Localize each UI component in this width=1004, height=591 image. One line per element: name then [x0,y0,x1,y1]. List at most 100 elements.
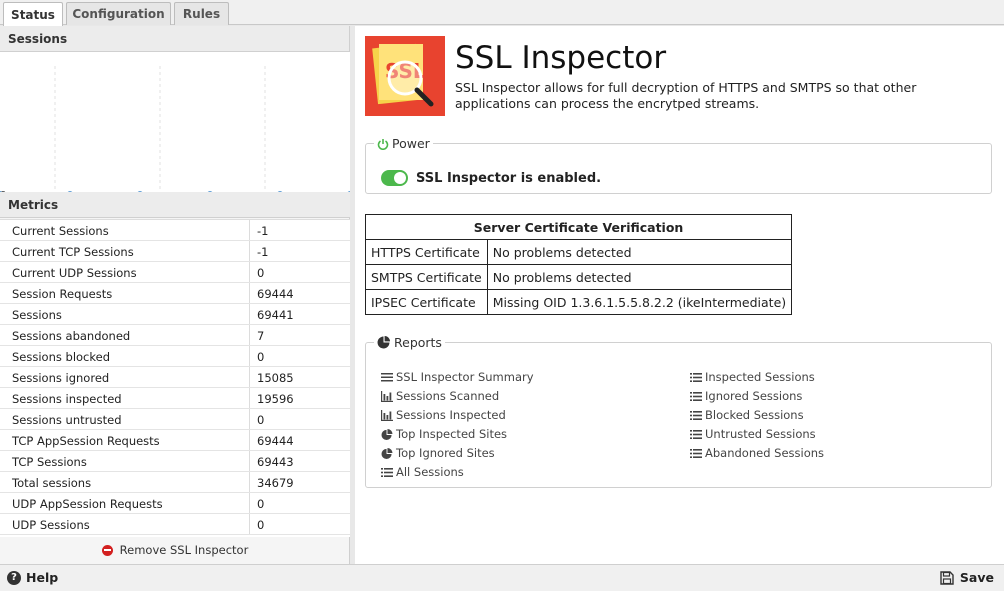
metric-label: Total sessions [0,472,250,492]
report-link[interactable]: Top Inspected Sites [381,427,507,441]
table-row: Sessions blocked 0 [0,346,350,367]
metric-value: 0 [257,413,265,427]
metric-label: Current TCP Sessions [0,241,250,261]
power-toggle[interactable] [381,170,408,186]
page-title: SSL Inspector [455,40,667,76]
table-row: TCP Sessions 69443 [0,451,350,472]
metric-label: UDP AppSession Requests [0,493,250,513]
status-right-panel: SSL SSL Inspector SSL Inspector allows f… [355,26,1004,564]
metrics-table: Current Sessions -1 Current TCP Sessions -1… [0,219,350,537]
table-row: TCP AppSession Requests 69444 [0,430,350,451]
cert-name: HTTPS Certificate [365,239,488,265]
report-link[interactable]: Blocked Sessions [690,408,804,422]
tab-configuration[interactable]: Configuration [66,2,171,25]
tab-status[interactable]: Status [3,2,63,26]
metric-label: Sessions ignored [0,367,250,387]
metric-label: Sessions untrusted [0,409,250,429]
table-row: Sessions inspected 19596 [0,388,350,409]
table-row: Total sessions 34679 [0,472,350,493]
minus-circle-icon [101,544,113,556]
reports-legend: Reports [394,335,442,350]
tab-rules[interactable]: Rules [174,2,229,25]
table-row: Sessions ignored 15085 [0,367,350,388]
metric-label: UDP Sessions [0,514,250,534]
report-link[interactable]: Sessions Inspected [381,408,506,422]
table-row: SMTPS Certificate No problems detected [365,264,793,290]
metric-label: Sessions blocked [0,346,250,366]
table-row: IPSEC Certificate Missing OID 1.3.6.1.5.5… [365,289,793,315]
report-label: Sessions Scanned [396,389,500,403]
report-link[interactable]: Top Ignored Sites [381,446,495,460]
report-label: Top Ignored Sites [396,446,495,460]
report-label: SSL Inspector Summary [396,370,534,384]
report-link[interactable]: Abandoned Sessions [690,446,824,460]
metric-label: TCP Sessions [0,451,250,471]
cert-name: SMTPS Certificate [365,264,488,290]
metric-value: 69443 [257,455,294,469]
report-label: Untrusted Sessions [705,427,816,441]
metric-value: -1 [257,245,269,259]
text-lines-icon [381,372,393,383]
pie-chart-icon [381,428,393,440]
status-left-panel: Sessions 16:02:0016:02:1516:02:300 Metri… [0,26,353,564]
metric-value: 0 [257,350,265,364]
report-label: Ignored Sessions [705,389,803,403]
table-row: Current Sessions -1 [0,220,350,241]
table-row: Session Requests 69444 [0,283,350,304]
remove-app-button[interactable]: Remove SSL Inspector [0,539,350,561]
metric-label: Sessions inspected [0,388,250,408]
metric-value: 19596 [257,392,294,406]
metric-value: -1 [257,224,269,238]
help-icon: ? [7,570,21,585]
power-icon [377,138,389,150]
app-description: SSL Inspector allows for full decryption… [455,80,917,111]
metric-value: 0 [257,497,265,511]
bar-chart-icon [381,409,393,421]
help-label: Help [26,570,59,585]
report-link[interactable]: Ignored Sessions [690,389,802,403]
report-label: Blocked Sessions [705,408,804,422]
cert-status: No problems detected [486,264,793,290]
metric-value: 7 [257,329,265,343]
list-icon [381,467,393,478]
table-row: Sessions 69441 [0,304,350,325]
save-icon [940,570,954,585]
report-label: Inspected Sessions [705,370,815,384]
metric-label: TCP AppSession Requests [0,430,250,450]
report-link[interactable]: Sessions Scanned [381,389,499,403]
list-icon [690,372,702,383]
tab-bar: Status Configuration Rules [0,0,1004,26]
pie-chart-icon [381,447,393,459]
list-icon [690,448,702,459]
report-link[interactable]: All Sessions [381,465,464,479]
sessions-chart: 16:02:0016:02:1516:02:300 [0,52,353,214]
metrics-header: Metrics [0,192,350,218]
report-label: Abandoned Sessions [705,446,825,460]
table-row: Current UDP Sessions 0 [0,262,350,283]
power-status: SSL Inspector is enabled. [416,171,602,186]
help-button[interactable]: ? Help [7,570,58,585]
metric-value: 69441 [257,308,294,322]
metric-label: Sessions abandoned [0,325,250,345]
save-label: Save [959,570,994,585]
metric-value: 15085 [257,371,294,385]
certificate-table-title: Server Certificate Verification [364,214,793,240]
metric-value: 69444 [257,287,294,301]
sessions-header: Sessions [0,26,349,52]
table-row: UDP Sessions 0 [0,514,350,535]
save-button[interactable]: Save [940,570,994,585]
power-fieldset: Power SSL Inspector is enabled. [365,136,992,194]
metric-label: Session Requests [0,283,250,303]
pie-chart-icon [377,336,390,349]
list-icon [690,410,702,421]
table-row: HTTPS Certificate No problems detected [365,239,793,265]
table-row: Sessions untrusted 0 [0,409,350,430]
table-row: Sessions abandoned 7 [0,325,350,346]
ssl-inspector-logo: SSL [365,36,445,116]
report-link[interactable]: Untrusted Sessions [690,427,816,441]
report-link[interactable]: SSL Inspector Summary [381,370,534,384]
report-link[interactable]: Inspected Sessions [690,370,815,384]
list-icon [690,391,702,402]
metric-label: Current Sessions [0,220,250,240]
metric-value: 34679 [257,476,294,490]
